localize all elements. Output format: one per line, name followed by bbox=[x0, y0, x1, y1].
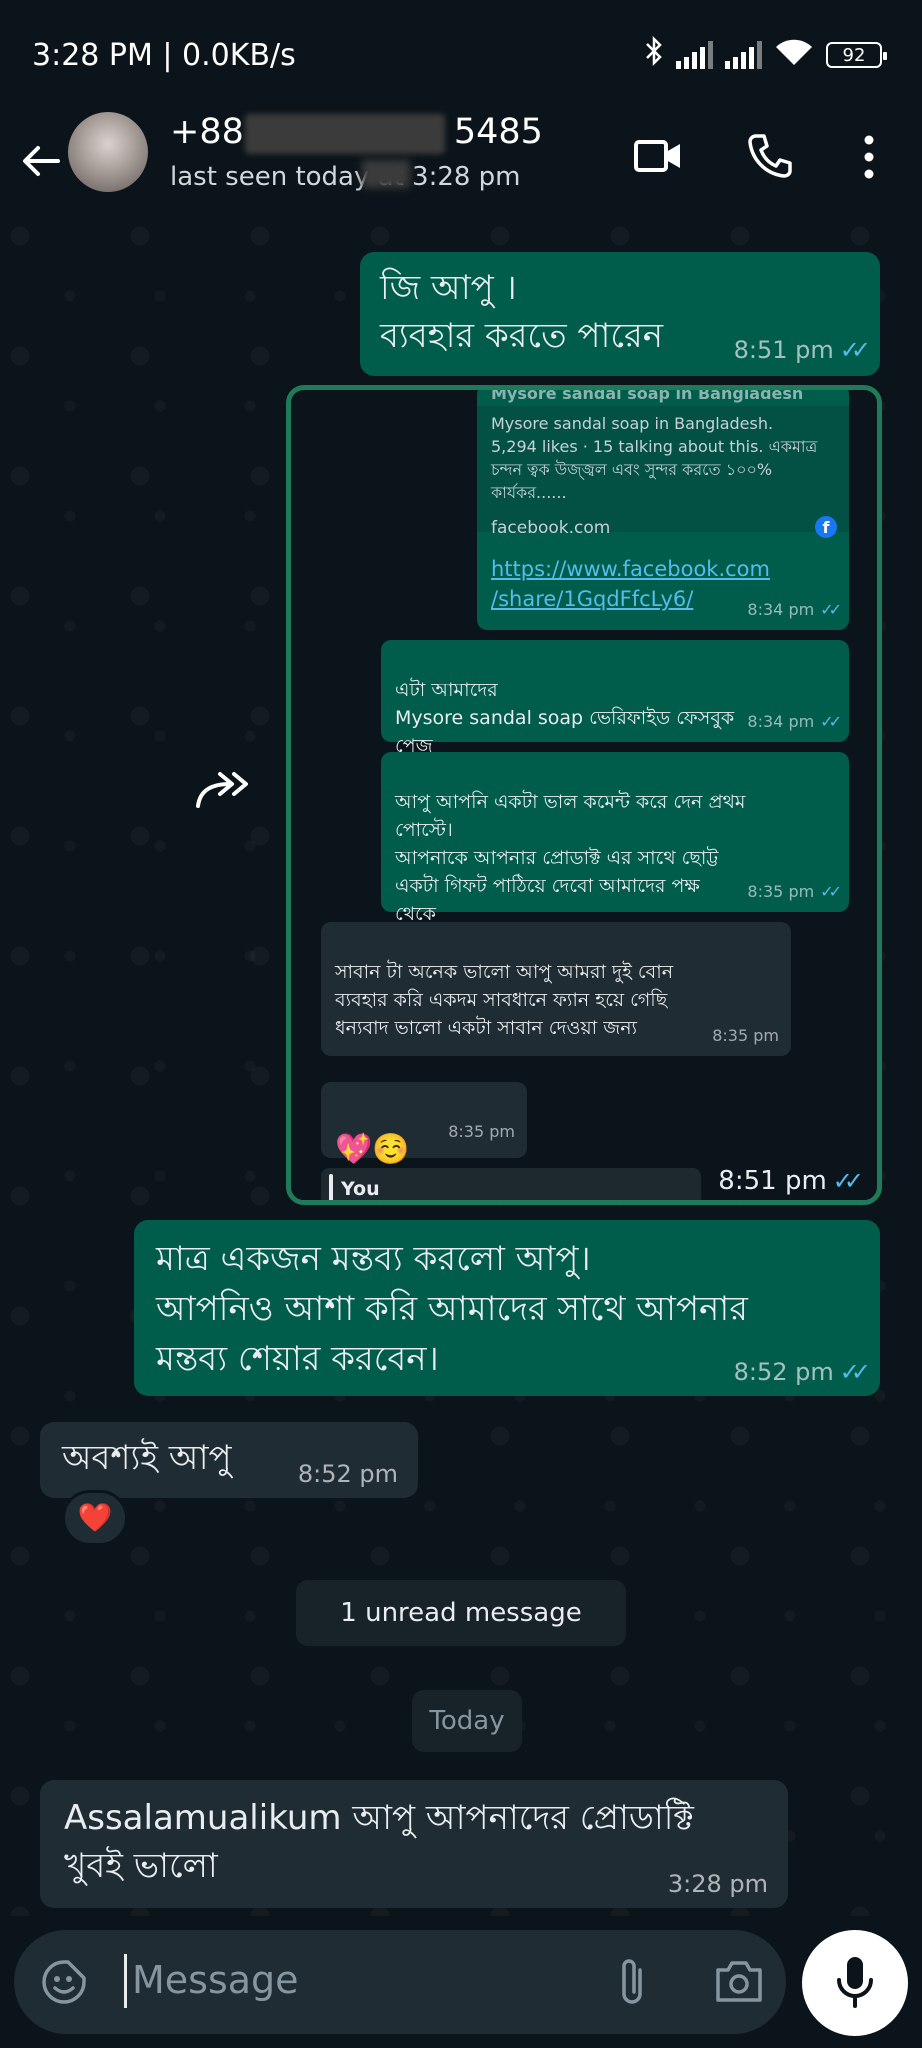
outgoing-message[interactable]: জি আপু । ব্যবহার করতে পারেন 8:51 pm ✓✓ bbox=[360, 252, 880, 376]
redaction-mask bbox=[245, 114, 445, 154]
chat-header: +88 5485 last seen today at 3:28 pm bbox=[0, 112, 922, 216]
emoji-message: 💖☺️ bbox=[335, 1132, 410, 1167]
message-time: 8:51 pm bbox=[718, 1166, 827, 1196]
message-text: অবশ্যই আপু bbox=[62, 1438, 232, 1478]
status-icons: 92 bbox=[644, 35, 887, 74]
mic-icon bbox=[834, 1954, 876, 2016]
message-meta: 8:35 pm bbox=[712, 1026, 779, 1045]
message-meta: 8:51 pm ✓✓ bbox=[733, 336, 871, 364]
more-options-icon[interactable] bbox=[858, 132, 880, 186]
back-arrow-icon[interactable] bbox=[18, 138, 64, 184]
read-ticks-icon: ✓✓ bbox=[832, 1167, 864, 1195]
forward-icon[interactable] bbox=[190, 770, 258, 824]
signal-icon bbox=[676, 41, 713, 69]
forwarded-screenshot[interactable]: Mysore sandal soap in Bangladesh Mysore … bbox=[286, 385, 882, 1205]
facebook-icon: f bbox=[815, 516, 837, 538]
message-text: জি আপু । ব্যবহার করতে পারেন bbox=[380, 268, 664, 356]
unread-messages-pill: 1 unread message bbox=[296, 1580, 626, 1646]
link-domain: facebook.com bbox=[491, 518, 611, 538]
wifi-icon bbox=[774, 38, 814, 72]
redaction-mask bbox=[362, 160, 410, 188]
status-time: 3:28 PM | 0.0KB/s bbox=[32, 38, 296, 73]
reaction-badge[interactable]: ❤️ bbox=[62, 1490, 128, 1546]
message-time: 8:52 pm bbox=[733, 1358, 834, 1386]
bluetooth-icon bbox=[644, 35, 664, 74]
message-time: 8:51 pm bbox=[733, 336, 834, 364]
forwarded-bubble: 💖☺️ 8:35 pm bbox=[321, 1082, 527, 1167]
avatar[interactable] bbox=[68, 112, 148, 192]
reply-preview: You bbox=[321, 1168, 701, 1200]
message-meta: 8:51 pm ✓✓ bbox=[718, 1166, 864, 1196]
message-text: সাবান টা অনেক ভালো আপু আমরা দুই বোন ব্যব… bbox=[335, 961, 674, 1039]
message-meta: 3:28 pm bbox=[668, 1870, 768, 1898]
message-meta: 8:34 pm ✓✓ bbox=[747, 600, 842, 619]
camera-icon[interactable] bbox=[714, 1958, 764, 2008]
message-text: Assalamualikum আপু আপনাদের প্রোডাক্টি খু… bbox=[64, 1798, 694, 1886]
message-input-bar[interactable]: Message bbox=[14, 1930, 786, 2034]
reply-author: You bbox=[341, 1178, 380, 1200]
link-description: Mysore sandal soap in Bangladesh. 5,294 … bbox=[491, 414, 818, 502]
attach-icon[interactable] bbox=[612, 1954, 652, 2014]
battery-icon: 92 bbox=[826, 42, 887, 68]
incoming-message[interactable]: Assalamualikum আপু আপনাদের প্রোডাক্টি খু… bbox=[40, 1780, 788, 1908]
status-bar: 3:28 PM | 0.0KB/s 92 bbox=[0, 0, 922, 112]
message-text: এটা আমাদের Mysore sandal soap ভেরিফাইড ফ… bbox=[395, 679, 735, 757]
message-text: মাত্র একজন মন্তব্য করলো আপু। আপনিও আশা ক… bbox=[156, 1239, 748, 1379]
read-ticks-icon: ✓✓ bbox=[839, 336, 871, 364]
link-title: Mysore sandal soap in Bangladesh bbox=[491, 385, 804, 403]
voice-call-icon[interactable] bbox=[744, 130, 796, 186]
last-seen: last seen today at 3:28 pm bbox=[170, 162, 521, 192]
message-time: 3:28 pm bbox=[667, 1870, 768, 1898]
message-meta: 8:35 pm bbox=[448, 1122, 515, 1141]
message-text: আপু আপনি একটা ভাল কমেন্ট করে দেন প্রথম প… bbox=[395, 791, 746, 925]
read-ticks-icon: ✓✓ bbox=[839, 1358, 871, 1386]
message-meta: 8:35 pm ✓✓ bbox=[747, 882, 842, 901]
forwarded-bubble: আপু আপনি একটা ভাল কমেন্ট করে দেন প্রথম প… bbox=[381, 752, 849, 925]
forwarded-bubble: সাবান টা অনেক ভালো আপু আমরা দুই বোন ব্যব… bbox=[321, 922, 791, 1056]
battery-level: 92 bbox=[842, 44, 866, 66]
outgoing-message[interactable]: মাত্র একজন মন্তব্য করলো আপু। আপনিও আশা ক… bbox=[134, 1220, 880, 1396]
date-pill: Today bbox=[412, 1690, 522, 1752]
text-caret bbox=[124, 1954, 127, 2008]
mic-button[interactable] bbox=[802, 1930, 908, 2036]
message-time: 8:52 pm bbox=[297, 1460, 398, 1488]
message-meta: 8:34 pm ✓✓ bbox=[747, 712, 842, 731]
link-preview-bubble: Mysore sandal soap in Bangladesh Mysore … bbox=[477, 385, 849, 630]
video-call-icon[interactable] bbox=[632, 130, 684, 186]
message-meta: 8:52 pm bbox=[298, 1460, 398, 1488]
link-url[interactable]: https://www.facebook.com /share/1GqdFfcL… bbox=[491, 554, 770, 614]
forwarded-bubble: এটা আমাদের Mysore sandal soap ভেরিফাইড ফ… bbox=[381, 640, 849, 757]
message-meta: 8:52 pm ✓✓ bbox=[733, 1358, 871, 1386]
incoming-message[interactable]: অবশ্যই আপু 8:52 pm bbox=[40, 1422, 418, 1498]
heart-reaction: ❤️ bbox=[77, 1501, 113, 1534]
emoji-sticker-icon[interactable] bbox=[40, 1958, 88, 2010]
signal-icon bbox=[725, 41, 762, 69]
message-input[interactable]: Message bbox=[132, 1958, 299, 2002]
